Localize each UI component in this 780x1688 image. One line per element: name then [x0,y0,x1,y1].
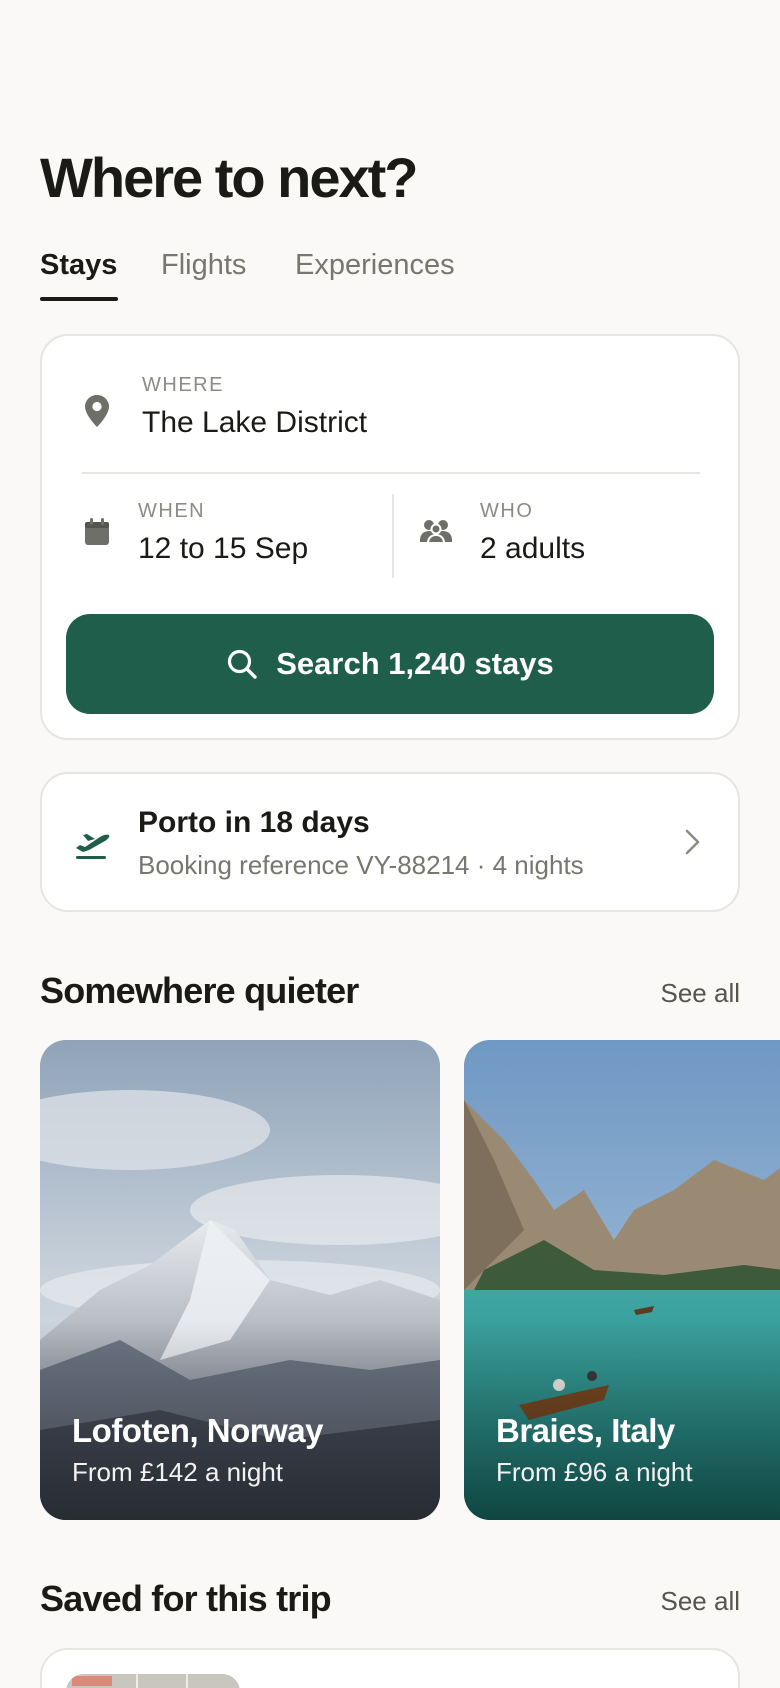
who-value: 2 adults [480,532,586,565]
when-field[interactable]: WHEN 12 to 15 Sep [42,476,390,596]
destination-card-braies[interactable]: Braies, Italy From £96 a night [464,1040,780,1520]
field-divider [82,472,700,474]
tab-experiences[interactable]: Experiences [295,245,455,285]
saved-item-card[interactable] [40,1648,740,1688]
destination-price: From £96 a night [496,1457,693,1487]
destination-name: Braies, Italy [496,1412,675,1449]
trip-subtitle: Booking reference VY-88214 · 4 nights [138,850,584,880]
where-field[interactable]: WHERE The Lake District [42,336,738,470]
who-field[interactable]: WHO 2 adults [396,476,738,596]
chevron-right-icon [685,829,700,855]
upcoming-trip-card[interactable]: Porto in 18 days Booking reference VY-88… [40,772,740,912]
where-value: The Lake District [142,406,368,439]
destination-price: From £142 a night [72,1457,284,1487]
see-all-quieter-link[interactable]: See all [661,978,741,1009]
plane-takeoff-icon [76,834,110,859]
tab-stays[interactable]: Stays [40,245,117,285]
tab-bar: Stays Flights Experiences [40,245,740,305]
when-value: 12 to 15 Sep [138,532,309,565]
saved-item-thumbnail [66,1674,240,1688]
section-title-quieter: Somewhere quieter [40,970,359,1011]
who-label: WHO [480,500,534,522]
tab-flights[interactable]: Flights [161,245,246,285]
page-title: Where to next? [40,146,418,209]
where-label: WHERE [142,374,224,396]
calendar-icon [85,518,109,545]
when-label: WHEN [138,500,206,522]
trip-title: Porto in 18 days [138,806,370,839]
active-tab-indicator [40,297,118,301]
see-all-saved-link[interactable]: See all [661,1586,741,1617]
search-icon [228,649,257,679]
search-button[interactable]: Search 1,240 stays [66,614,714,714]
map-pin-icon [85,395,109,427]
people-icon [420,520,452,544]
section-title-saved: Saved for this trip [40,1578,332,1619]
search-button-label: Search 1,240 stays [276,646,554,681]
home-screen: Where to next? Stays Flights Experiences… [0,0,780,1688]
field-divider-vertical [392,494,394,578]
search-card: WHERE The Lake District WHEN 12 to 15 Se… [40,334,740,740]
destination-name: Lofoten, Norway [72,1412,324,1449]
destination-card-lofoten[interactable]: Lofoten, Norway From £142 a night [40,1040,440,1520]
